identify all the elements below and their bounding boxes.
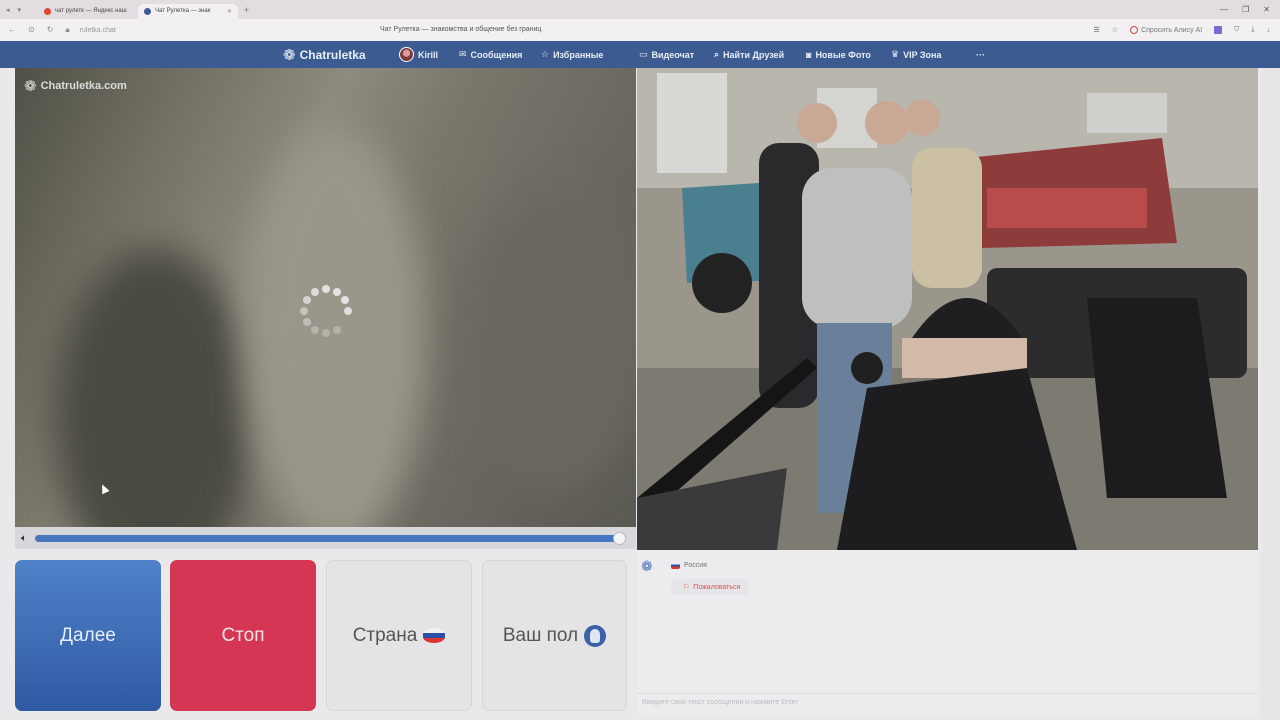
user-gender-icon xyxy=(584,624,607,647)
volume-slider[interactable] xyxy=(35,531,626,545)
partner-country-label: Россия xyxy=(684,562,707,569)
nav-profile[interactable]: Kirill xyxy=(399,41,438,68)
next-button-label: Далее xyxy=(60,624,116,646)
download-icon[interactable]: ↓ xyxy=(1267,27,1271,34)
gender-button[interactable]: Ваш пол xyxy=(482,560,627,711)
address-bar-actions: ☰ ☆ Спросить Алису AI ⛉ ⤓ ↓ xyxy=(1094,26,1280,34)
stop-button-label: Стоп xyxy=(221,624,265,646)
nav-new-photo[interactable]: ◙ Новые Фото xyxy=(806,41,871,68)
stop-button[interactable]: Стоп xyxy=(170,560,316,711)
shield-icon[interactable]: ⛉ xyxy=(1234,26,1239,34)
chevron-down-icon[interactable]: ▾ xyxy=(18,6,22,14)
search-icon: ⌕ xyxy=(714,49,720,59)
flag-icon: ⚐ xyxy=(683,584,690,591)
page-scrollbar[interactable] xyxy=(1262,68,1280,720)
downloads-icon[interactable]: ⤓ xyxy=(1251,26,1254,34)
restore-icon[interactable]: ❐ xyxy=(1242,5,1249,14)
partner-video xyxy=(637,68,1258,550)
navigation-buttons: ← ⊙ ↻ 🔒︎ xyxy=(0,25,70,35)
back-icon[interactable]: ◂ xyxy=(6,6,10,14)
bookmark-icon[interactable]: ☆ xyxy=(1112,26,1118,34)
logo-icon: ❁ xyxy=(24,78,37,95)
more-icon: ··· xyxy=(976,49,985,60)
lock-icon[interactable]: 🔒︎ xyxy=(65,25,69,35)
nav-videochat[interactable]: ▭ Видеочат xyxy=(639,41,694,68)
nav-new-photo-label: Новые Фото xyxy=(815,49,871,60)
alice-label: Спросить Алису AI xyxy=(1141,26,1203,34)
browser-tab-search[interactable]: чат рулетк — Яндекс наш xyxy=(38,4,138,19)
username: Kirill xyxy=(418,49,439,60)
speaker-icon[interactable]: 🔈︎ xyxy=(21,533,27,544)
tab-title: Чат Рулетка — знак xyxy=(155,8,211,14)
app-navbar: ❁ Chatruletka Kirill ✉ Сообщения ☆ Избра… xyxy=(0,41,1280,68)
alice-icon xyxy=(1130,26,1139,34)
chat-message-input[interactable] xyxy=(642,699,1222,706)
country-button[interactable]: Страна xyxy=(326,560,472,711)
watermark-text: Chatruletka.com xyxy=(40,80,127,92)
back-arrow-icon[interactable]: ← xyxy=(8,25,16,35)
ask-alice-button[interactable]: Спросить Алису AI xyxy=(1130,26,1202,34)
nav-favorites-label: Избранные xyxy=(553,49,604,60)
nav-find-friends[interactable]: ⌕ Найти Друзей xyxy=(714,41,784,68)
camera-icon: ◙ xyxy=(806,49,812,60)
complain-button[interactable]: ⚐ Пожаловаться xyxy=(671,579,749,595)
video-watermark: ❁ Chatruletka.com xyxy=(24,77,127,95)
chat-panel: ❁ Россия ⚐ Пожаловаться xyxy=(637,550,1258,715)
gender-button-label: Ваш пол xyxy=(502,624,579,646)
more-menu-button[interactable]: ··· xyxy=(976,41,985,68)
tab-title: чат рулетк — Яндекс наш xyxy=(55,8,127,14)
reload-icon[interactable]: ↻ xyxy=(47,25,54,35)
nav-vip-label: VIP Зона xyxy=(903,49,942,60)
nav-messages-label: Сообщения xyxy=(470,49,523,60)
next-button[interactable]: Далее xyxy=(15,560,161,711)
tab-strip-controls: ◂ ▾ xyxy=(0,6,38,14)
envelope-icon: ✉ xyxy=(459,49,467,59)
chatruletka-favicon-icon xyxy=(144,7,151,15)
address-bar: ← ⊙ ↻ 🔒︎ ruletka.chat Чат Рулетка — знак… xyxy=(0,19,1280,41)
logo-icon: ❁ xyxy=(283,46,296,64)
video-blur-shape xyxy=(465,188,636,488)
minimize-icon[interactable]: — xyxy=(1220,5,1228,14)
russia-flag-icon xyxy=(671,562,680,569)
menu-icon[interactable]: ☰ xyxy=(1094,26,1100,34)
browser-tab-strip: ◂ ▾ чат рулетк — Яндекс наш Чат Рулетка … xyxy=(0,0,1280,19)
extension-icon[interactable] xyxy=(1214,26,1223,34)
close-tab-icon[interactable]: ✕ xyxy=(227,8,232,15)
nav-messages[interactable]: ✉ Сообщения xyxy=(459,41,522,68)
brand-name: Chatruletka xyxy=(299,47,366,62)
video-camera-icon: ▭ xyxy=(639,49,648,59)
chat-input-bar xyxy=(637,693,1258,711)
history-icon[interactable]: ⊙ xyxy=(28,25,35,35)
partner-country: Россия xyxy=(671,562,707,569)
nav-videochat-label: Видеочат xyxy=(651,49,695,60)
yandex-favicon-icon xyxy=(44,7,51,15)
page-title: Чат Рулетка — знакомства и общение без г… xyxy=(380,26,542,33)
star-icon: ☆ xyxy=(541,49,550,59)
country-button-label: Страна xyxy=(352,624,418,646)
new-tab-button[interactable]: + xyxy=(244,5,249,15)
nav-favorites[interactable]: ☆ Избранные xyxy=(541,41,603,68)
volume-slider-handle[interactable] xyxy=(613,531,626,545)
close-window-icon[interactable]: ✕ xyxy=(1263,5,1270,14)
avatar xyxy=(399,47,414,62)
url-field[interactable]: ruletka.chat xyxy=(80,27,116,34)
brand-logo[interactable]: ❁ Chatruletka xyxy=(283,41,366,68)
nav-vip[interactable]: ♛ VIP Зона xyxy=(891,41,942,68)
video-control-bar: 🔈︎ xyxy=(15,527,636,549)
nav-find-friends-label: Найти Друзей xyxy=(723,49,785,60)
russia-flag-icon xyxy=(423,628,446,643)
video-blur-shape xyxy=(55,248,255,527)
crown-icon: ♛ xyxy=(891,49,900,59)
complain-label: Пожаловаться xyxy=(693,583,741,591)
loading-spinner-icon xyxy=(300,285,352,337)
chatruletka-logo-icon: ❁ xyxy=(641,558,653,574)
window-controls: — ❐ ✕ xyxy=(1220,5,1280,14)
browser-tab-chatruletka[interactable]: Чат Рулетка — знак ✕ xyxy=(138,3,238,19)
